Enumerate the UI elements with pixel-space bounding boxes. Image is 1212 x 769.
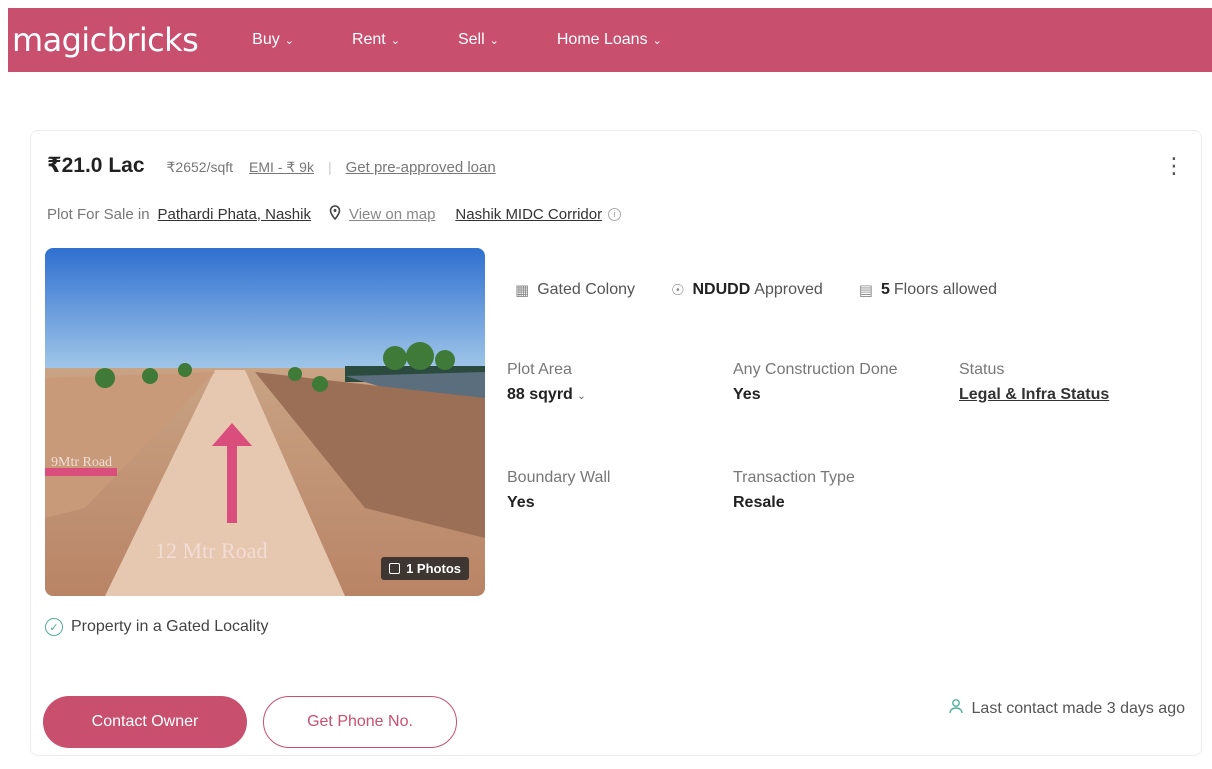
get-phone-button[interactable]: Get Phone No. — [263, 696, 457, 748]
corridor-link[interactable]: Nashik MIDC Corridor — [455, 206, 602, 223]
location-row: Plot For Sale in Pathardi Phata, Nashik … — [47, 205, 622, 223]
price-per-sqft: ₹2652/sqft — [166, 159, 234, 175]
nav-rent[interactable]: Rent ⌄ — [352, 31, 400, 49]
divider: | — [327, 159, 332, 175]
property-photo[interactable]: 9Mtr Road 12 Mtr Road 1 Photos — [45, 248, 485, 596]
gated-locality-note: ✓ Property in a Gated Locality — [45, 618, 268, 636]
shield-check-icon: ☉ — [671, 282, 685, 299]
plot-photo-illustration: 9Mtr Road 12 Mtr Road — [45, 248, 485, 596]
attr-status: Status Legal & Infra Status — [959, 361, 1110, 404]
person-icon — [948, 698, 964, 719]
attr-boundary-wall: Boundary Wall Yes — [507, 469, 611, 511]
feature-gated-colony: ▦ Gated Colony — [515, 281, 636, 299]
chevron-down-icon: ⌄ — [577, 391, 586, 402]
legal-infra-status-link[interactable]: Legal & Infra Status — [959, 386, 1109, 404]
attr-construction: Any Construction Done Yes — [733, 361, 898, 403]
chevron-down-icon: ⌄ — [652, 34, 662, 47]
magicbricks-logo[interactable]: magicbricks — [12, 21, 199, 59]
feature-floors: ▤ 5 Floors allowed — [858, 281, 998, 299]
emi-link[interactable]: EMI - ₹ 9k — [249, 159, 314, 176]
chevron-down-icon: ⌄ — [284, 34, 294, 47]
nav-buy[interactable]: Buy ⌄ — [252, 31, 294, 49]
nav-home-loans[interactable]: Home Loans ⌄ — [557, 31, 662, 49]
info-icon[interactable]: i — [608, 207, 622, 221]
top-navbar: magicbricks Buy ⌄ Rent ⌄ Sell ⌄ Home Loa… — [8, 8, 1212, 72]
image-icon — [389, 563, 401, 574]
chevron-down-icon: ⌄ — [390, 34, 400, 47]
listing-card: ₹21.0 Lac ₹2652/sqft EMI - ₹ 9k | Get pr… — [30, 130, 1202, 756]
plot-area-value[interactable]: 88 sqyrd ⌄ — [507, 386, 586, 404]
view-on-map-link[interactable]: View on map — [349, 206, 435, 223]
last-contact-info: Last contact made 3 days ago — [948, 698, 1185, 719]
check-circle-icon: ✓ — [45, 618, 63, 636]
chevron-down-icon: ⌄ — [489, 34, 499, 47]
svg-text:12 Mtr Road: 12 Mtr Road — [155, 538, 267, 563]
map-pin-icon — [329, 205, 341, 223]
svg-text:9Mtr Road: 9Mtr Road — [51, 455, 112, 470]
more-options-icon[interactable]: ⋮ — [1163, 155, 1185, 177]
attr-transaction-type: Transaction Type Resale — [733, 469, 855, 511]
listing-price: ₹21.0 Lac — [47, 154, 145, 177]
nav-sell[interactable]: Sell ⌄ — [458, 31, 499, 49]
locality-link[interactable]: Pathardi Phata, Nashik — [158, 206, 311, 223]
feature-row: ▦ Gated Colony ☉ NDUDD Approved ▤ 5 Floo… — [515, 281, 1033, 299]
photo-count-badge[interactable]: 1 Photos — [381, 557, 469, 580]
feature-approval: ☉ NDUDD Approved — [671, 281, 823, 299]
location-label: Plot For Sale in — [47, 205, 150, 223]
attr-plot-area: Plot Area 88 sqyrd ⌄ — [507, 361, 586, 404]
preapproved-loan-link[interactable]: Get pre-approved loan — [346, 159, 496, 176]
main-nav: Buy ⌄ Rent ⌄ Sell ⌄ Home Loans ⌄ — [252, 31, 720, 49]
gated-colony-icon: ▦ — [515, 282, 530, 299]
contact-owner-button[interactable]: Contact Owner — [43, 696, 247, 748]
building-icon: ▤ — [858, 282, 873, 299]
price-row: ₹21.0 Lac ₹2652/sqft EMI - ₹ 9k | Get pr… — [47, 153, 496, 178]
